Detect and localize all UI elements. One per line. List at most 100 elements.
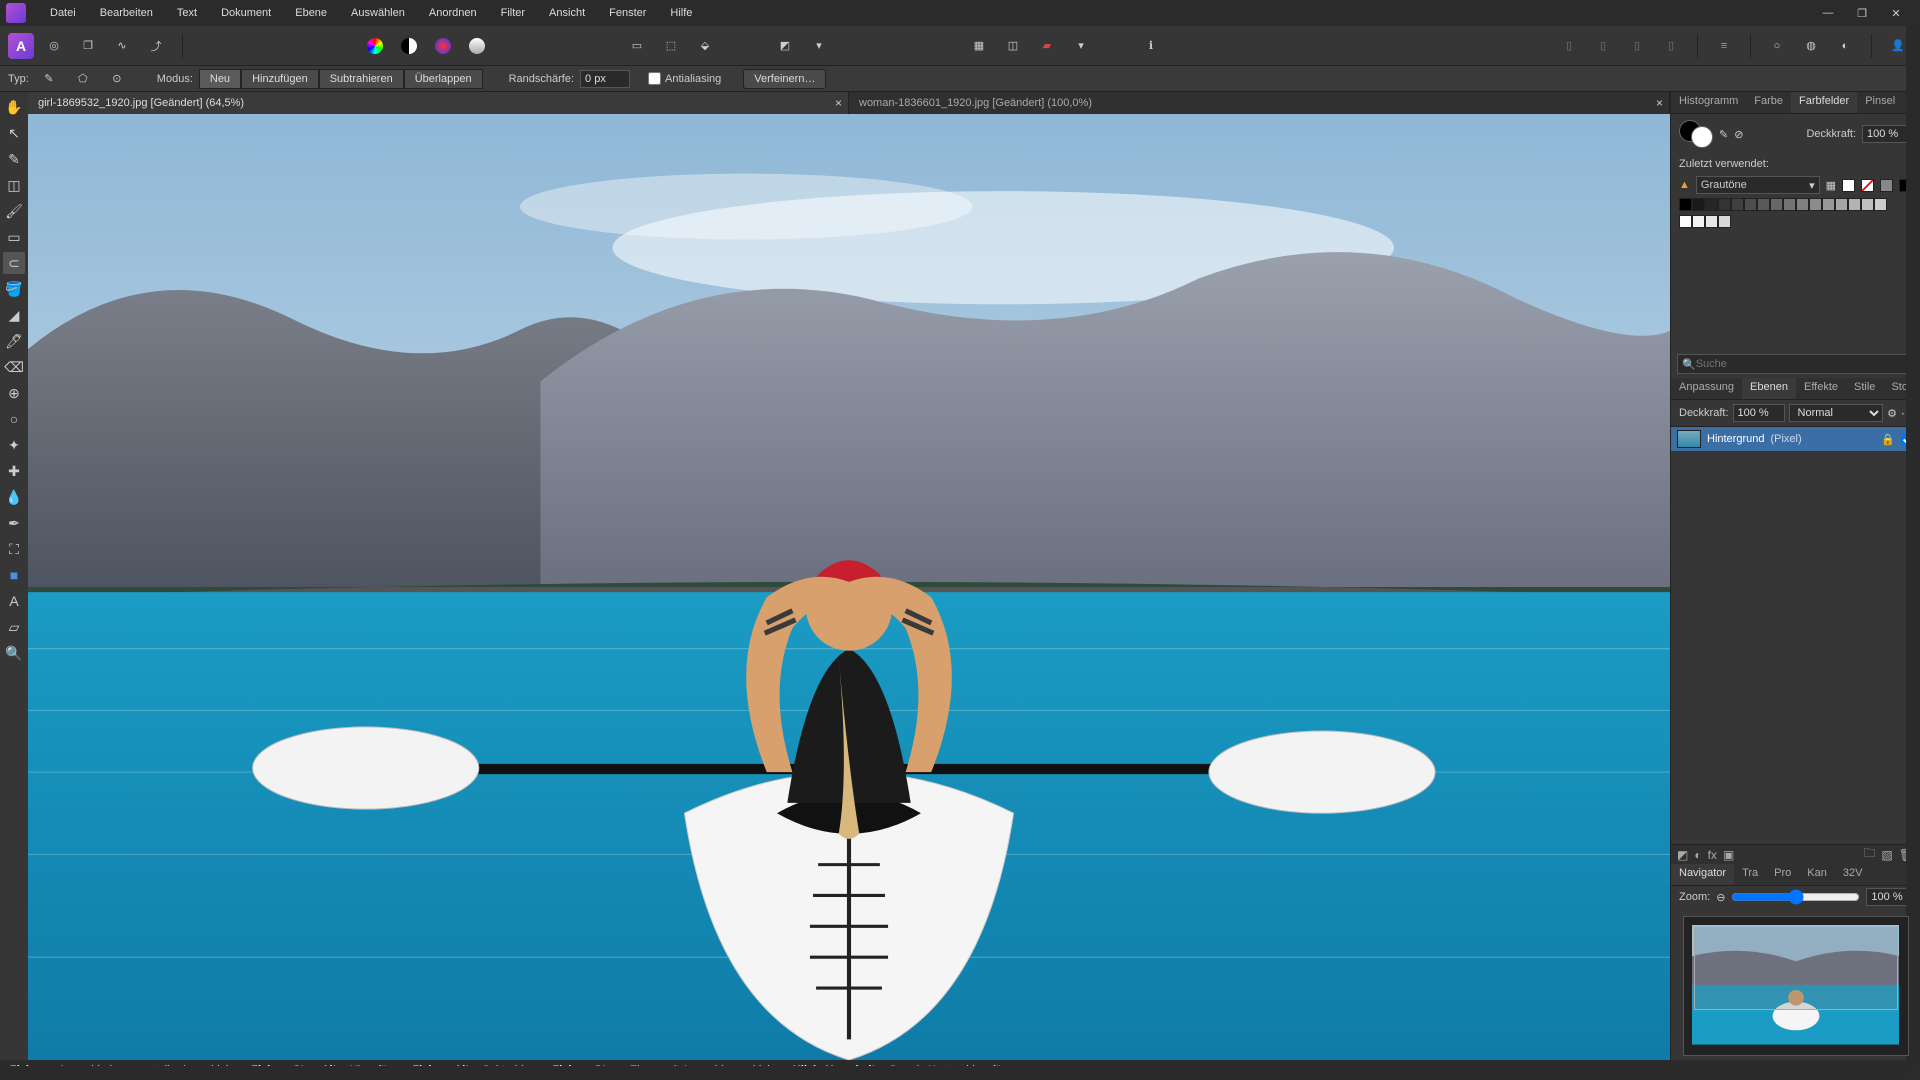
swatch[interactable] — [1692, 198, 1705, 211]
preset-gray[interactable] — [1880, 179, 1893, 192]
selection-brush-tool-icon[interactable]: 🖌 — [3, 200, 25, 222]
swatch[interactable] — [1705, 198, 1718, 211]
menu-filter[interactable]: Filter — [489, 3, 537, 23]
clone-tool-icon[interactable]: ⊕ — [3, 382, 25, 404]
color-picker-tool-icon[interactable]: ✎ — [3, 148, 25, 170]
layer-adjust-icon[interactable]: ◐ — [1694, 848, 1701, 862]
polygon-type-icon[interactable]: ⬠ — [69, 65, 97, 93]
none-color-icon[interactable]: ⊘ — [1734, 128, 1743, 141]
swatch[interactable] — [1848, 198, 1861, 211]
swatch-opacity-input[interactable] — [1862, 125, 1912, 143]
snap-overlap-icon[interactable]: ◐ — [1831, 32, 1859, 60]
mode-neu[interactable]: Neu — [199, 69, 241, 89]
tab-navigator[interactable]: Navigator — [1671, 864, 1734, 885]
swatch[interactable] — [1809, 198, 1822, 211]
layer-group-icon[interactable]: 🗀 — [1863, 844, 1875, 865]
layer-mask-icon[interactable]: ◩ — [1677, 848, 1688, 862]
navigator-preview[interactable] — [1683, 916, 1909, 1056]
antialias-checkbox[interactable]: Antialiasing — [648, 72, 721, 85]
tab-anpassung[interactable]: Anpassung — [1671, 378, 1742, 399]
tab-transform[interactable]: Tra — [1734, 864, 1766, 885]
menu-fenster[interactable]: Fenster — [597, 3, 658, 23]
freehand-type-icon[interactable]: ✎ — [35, 65, 63, 93]
erase-tool-icon[interactable]: ⌫ — [3, 356, 25, 378]
bw-adjust-icon[interactable] — [395, 32, 423, 60]
layer-opacity-input[interactable] — [1733, 404, 1785, 422]
tab-farbfelder[interactable]: Farbfelder — [1791, 92, 1857, 113]
layer-lock-icon[interactable]: 🔒 — [1881, 433, 1895, 446]
palette-select[interactable]: Grautöne▾ — [1696, 176, 1820, 194]
tab-32v[interactable]: 32V — [1835, 864, 1871, 885]
document-tab-2[interactable]: woman-1836601_1920.jpg [Geändert] (100,0… — [849, 92, 1670, 114]
preset-white[interactable] — [1842, 179, 1855, 192]
navigator-viewport[interactable] — [1694, 927, 1898, 1010]
align-icon[interactable]: ≡ — [1710, 32, 1738, 60]
window-maximize-icon[interactable]: ❐ — [1852, 7, 1872, 20]
vertical-scrollbar[interactable] — [1906, 22, 1920, 1066]
quickmask-icon[interactable]: ◩ — [771, 32, 799, 60]
window-minimize-icon[interactable]: — — [1818, 7, 1838, 20]
persona-photo-icon[interactable]: ◎ — [40, 32, 68, 60]
tab-farbe[interactable]: Farbe — [1746, 92, 1791, 113]
snap-circle-icon[interactable]: ○ — [1763, 32, 1791, 60]
menu-ansicht[interactable]: Ansicht — [537, 3, 597, 23]
swatch[interactable] — [1770, 198, 1783, 211]
persona-liquify-icon[interactable]: ❐ — [74, 32, 102, 60]
info-icon[interactable]: ℹ — [1137, 32, 1165, 60]
tab-effekte[interactable]: Effekte — [1796, 378, 1846, 399]
swatch-search[interactable]: 🔍 — [1677, 354, 1914, 374]
menu-auswaehlen[interactable]: Auswählen — [339, 3, 417, 23]
swatch[interactable] — [1744, 198, 1757, 211]
layer-crop-icon[interactable]: ▣ — [1723, 848, 1734, 862]
swatch-search-input[interactable] — [1696, 358, 1909, 370]
mode-ueberlappen[interactable]: Überlappen — [404, 69, 483, 89]
feather-input[interactable] — [580, 70, 630, 88]
swatch[interactable] — [1731, 198, 1744, 211]
tab-ebenen[interactable]: Ebenen — [1742, 378, 1796, 399]
arrange-back-icon[interactable]: ▯ — [1555, 32, 1583, 60]
grid-view-icon[interactable]: ▦ — [965, 32, 993, 60]
swatch[interactable] — [1835, 198, 1848, 211]
zoom-tool-icon[interactable]: 🔍 — [3, 642, 25, 664]
color-adjust-icon[interactable] — [429, 32, 457, 60]
canvas[interactable] — [28, 114, 1670, 1060]
mirror-dropdown-icon[interactable]: ▾ — [1067, 32, 1095, 60]
tab-stile[interactable]: Stile — [1846, 378, 1883, 399]
shape-tool-icon[interactable]: ■ — [3, 564, 25, 586]
swatch[interactable] — [1757, 198, 1770, 211]
zoom-slider[interactable] — [1731, 889, 1860, 905]
swatch[interactable] — [1861, 198, 1874, 211]
tab-protokoll[interactable]: Pro — [1766, 864, 1799, 885]
inpaint-tool-icon[interactable]: ✦ — [3, 434, 25, 456]
menu-anordnen[interactable]: Anordnen — [417, 3, 489, 23]
fg-bg-colors[interactable] — [1679, 120, 1713, 148]
text-tool-icon[interactable]: A — [3, 590, 25, 612]
swatch[interactable] — [1679, 215, 1692, 228]
zoom-out-icon[interactable]: ⊖ — [1716, 891, 1725, 904]
persona-icon[interactable]: A — [8, 33, 34, 59]
magnetic-type-icon[interactable]: ⊙ — [103, 65, 131, 93]
persona-develop-icon[interactable]: ∿ — [108, 32, 136, 60]
split-view-icon[interactable]: ◫ — [999, 32, 1027, 60]
quickmask-dropdown-icon[interactable]: ▾ — [805, 32, 833, 60]
snap-union-icon[interactable]: ◍ — [1797, 32, 1825, 60]
tab-histogramm[interactable]: Histogramm — [1671, 92, 1746, 113]
menu-text[interactable]: Text — [165, 3, 209, 23]
tab-kanaele[interactable]: Kan — [1799, 864, 1835, 885]
window-close-icon[interactable]: ✕ — [1886, 7, 1906, 20]
persona-export-icon[interactable]: ⤴ — [142, 32, 170, 60]
swatch[interactable] — [1874, 198, 1887, 211]
pen-tool-icon[interactable]: ✒ — [3, 512, 25, 534]
close-tab-2-icon[interactable]: × — [1656, 96, 1663, 110]
eyedropper-icon[interactable]: ✎ — [1719, 128, 1728, 141]
mode-hinzufuegen[interactable]: Hinzufügen — [241, 69, 319, 89]
marquee-select-icon[interactable]: ▭ — [623, 32, 651, 60]
swatch[interactable] — [1822, 198, 1835, 211]
arrange-backward-icon[interactable]: ▯ — [1589, 32, 1617, 60]
swatch[interactable] — [1679, 198, 1692, 211]
mesh-tool-icon[interactable]: ⛶ — [3, 538, 25, 560]
perspective-tool-icon[interactable]: ▱ — [3, 616, 25, 638]
move-tool-icon[interactable]: ↖ — [3, 122, 25, 144]
hand-tool-icon[interactable]: ✋ — [3, 96, 25, 118]
horizontal-scrollbar[interactable] — [0, 1066, 1906, 1080]
